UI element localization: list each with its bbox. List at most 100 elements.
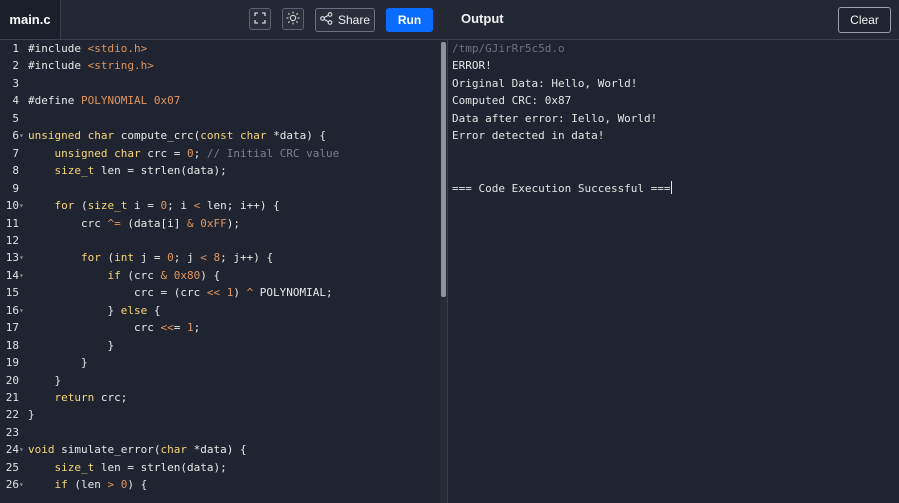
line-number: 12 (5, 233, 19, 247)
output-line: Computed CRC: 0x87 (452, 94, 572, 108)
line-number: 1 (12, 42, 19, 55)
line-number: 21 (5, 391, 19, 404)
code-line[interactable]: 3 (0, 75, 440, 92)
file-tab[interactable]: main.c (0, 0, 61, 39)
line-number: 11 (5, 216, 19, 230)
code-line[interactable]: 4 #define POLYNOMIAL 0x07 (0, 92, 440, 109)
fold-chevron-icon[interactable]: ▾ (19, 476, 24, 493)
fullscreen-icon (254, 11, 266, 27)
share-label: Share (337, 13, 371, 27)
theme-toggle-button[interactable] (282, 8, 304, 30)
output-line: Error detected in data! (452, 129, 605, 143)
line-number: 16 (5, 303, 19, 317)
code-text: size_t len = strlen(data); (54, 460, 227, 474)
code-line[interactable]: 14 ▾ if (crc & 0x80) { (0, 267, 440, 284)
code-text: unsigned char crc = 0; // Initial CRC va… (54, 146, 340, 160)
top-toolbar: main.c Share Run Output Clear (0, 0, 899, 40)
code-line[interactable]: 25 size_t len = strlen(data); (0, 459, 440, 476)
code-text: unsigned char compute_crc(const char *da… (28, 129, 327, 143)
sun-icon (286, 11, 300, 28)
line-number: 5 (12, 111, 19, 125)
line-number: 2 (12, 59, 19, 73)
code-line[interactable]: 11 crc ^= (data[i] & 0xFF); (0, 215, 440, 232)
code-line[interactable]: 5 (0, 110, 440, 127)
line-number: 23 (5, 425, 19, 439)
code-line[interactable]: 12 (0, 232, 440, 249)
code-text: } (28, 356, 88, 370)
code-text: for (size_t i = 0; i < len; i++) { (54, 199, 280, 213)
line-number: 17 (5, 321, 19, 335)
output-path: /tmp/GJirRr5c5d.o (452, 42, 565, 55)
line-number: 3 (12, 76, 19, 90)
fold-chevron-icon[interactable]: ▾ (19, 197, 24, 214)
code-line[interactable]: 16 ▾ } else { (0, 302, 440, 319)
output-line: === Code Execution Successful === (452, 180, 672, 195)
line-number: 13 (5, 251, 19, 265)
share-button[interactable]: Share (315, 8, 375, 32)
line-number: 14 (5, 268, 19, 282)
line-number: 25 (5, 460, 19, 474)
output-line: Original Data: Hello, World! (452, 76, 638, 90)
code-line[interactable]: 9 (0, 180, 440, 197)
output-line: Data after error: Iello, World! (452, 111, 658, 125)
code-text: void simulate_error(char *data) { (28, 443, 247, 457)
code-line[interactable]: 26 ▾ if (len > 0) { (0, 476, 440, 493)
line-number: 15 (5, 286, 19, 300)
line-number: 22 (5, 408, 19, 422)
code-text: return crc; (54, 391, 128, 404)
code-line[interactable]: 22} (0, 406, 440, 423)
code-line[interactable]: 2 #include <string.h> (0, 57, 440, 74)
code-text: #define POLYNOMIAL 0x07 (28, 94, 181, 108)
code-line[interactable]: 21 return crc; (0, 389, 440, 406)
code-line[interactable]: 1 #include <stdio.h> (0, 40, 440, 57)
code-text: if (crc & 0x80) { (107, 268, 221, 282)
code-line[interactable]: 20 } (0, 372, 440, 389)
code-line[interactable]: 23 (0, 424, 440, 441)
code-text: size_t len = strlen(data); (54, 164, 227, 178)
line-number: 18 (5, 338, 19, 352)
fold-chevron-icon[interactable]: ▾ (19, 267, 24, 284)
line-number: 9 (12, 181, 19, 195)
line-number: 19 (5, 356, 19, 370)
code-text: #include <stdio.h> (28, 42, 148, 55)
text-cursor (670, 180, 672, 194)
code-line[interactable]: 8 size_t len = strlen(data); (0, 162, 440, 179)
line-number: 26 (5, 478, 19, 492)
share-icon (320, 12, 333, 28)
code-text: for (int j = 0; j < 8; j++) { (80, 251, 274, 265)
fullscreen-button[interactable] (249, 8, 271, 30)
code-text: crc ^= (data[i] & 0xFF); (28, 216, 240, 230)
fold-chevron-icon[interactable]: ▾ (19, 441, 24, 458)
line-number: 7 (12, 146, 19, 160)
code-text: #include <string.h> (28, 59, 154, 73)
fold-chevron-icon[interactable]: ▾ (19, 249, 24, 266)
code-text: } (28, 408, 35, 422)
code-text: } else { (28, 303, 161, 317)
code-line[interactable]: 7 unsigned char crc = 0; // Initial CRC … (0, 145, 440, 162)
line-number: 24 (5, 443, 19, 457)
clear-button[interactable]: Clear (838, 7, 891, 33)
line-number: 10 (5, 199, 19, 213)
code-text: if (len > 0) { (54, 478, 148, 492)
code-line[interactable]: 18 } (0, 337, 440, 354)
code-line[interactable]: 6 ▾ unsigned char compute_crc(const char *… (0, 127, 440, 144)
run-button[interactable]: Run (386, 8, 433, 32)
code-line[interactable]: 19 } (0, 354, 440, 371)
code-editor[interactable]: 1 #include <stdio.h> 2 #include <string.h> 3… (0, 40, 440, 503)
code-line[interactable]: 17 crc <<= 1; (0, 319, 440, 336)
code-text: } (28, 338, 115, 352)
code-line[interactable]: 15 crc = (crc << 1) ^ POLYNOMIAL; (0, 284, 440, 301)
line-number: 20 (5, 373, 19, 387)
output-line: ERROR! (452, 59, 492, 73)
line-number: 6 (12, 129, 19, 143)
code-line[interactable]: 24 ▾ void simulate_error(char *data) { (0, 441, 440, 458)
line-number: 8 (12, 164, 19, 178)
fold-chevron-icon[interactable]: ▾ (19, 127, 24, 144)
output-title: Output (461, 11, 504, 26)
code-line[interactable]: 13 ▾ for (int j = 0; j < 8; j++) { (0, 249, 440, 266)
editor-scrollbar-thumb[interactable] (441, 42, 446, 297)
code-text: crc = (crc << 1) ^ POLYNOMIAL; (28, 286, 333, 300)
fold-chevron-icon[interactable]: ▾ (19, 302, 24, 319)
code-line[interactable]: 10 ▾ for (size_t i = 0; i < len; i++) { (0, 197, 440, 214)
code-text: crc <<= 1; (28, 321, 201, 335)
